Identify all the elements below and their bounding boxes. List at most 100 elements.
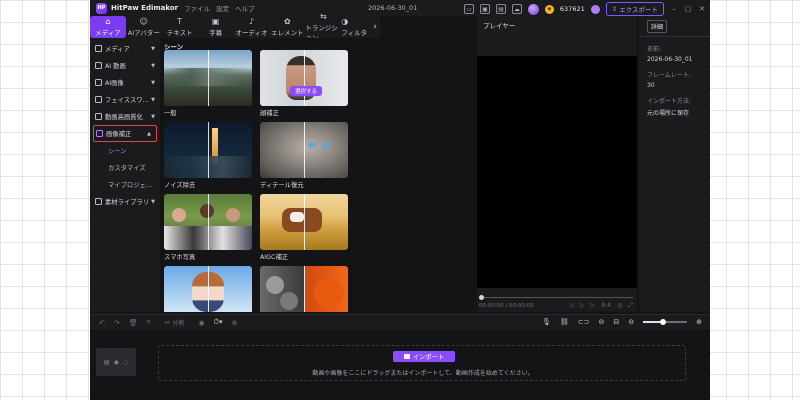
export-button[interactable]: ⇪ エクスポート xyxy=(605,2,664,16)
compare-divider xyxy=(304,50,305,106)
app-window: HP HitPaw Edimakor ファイル 設定 ヘルプ 2026-06-3… xyxy=(90,0,710,400)
tab-element[interactable]: ✿ エレメント xyxy=(269,16,305,38)
card-label: AIGC補正 xyxy=(260,254,289,261)
track-toggle-icon[interactable]: ▤ xyxy=(104,359,110,366)
delete-icon[interactable]: 🗑 xyxy=(129,319,138,327)
timeline-drop-zone[interactable]: インポート 動画や画像をここにドラッグまたはインポートして、動画作成を始めてくだ… xyxy=(158,345,686,381)
image-enhance-icon xyxy=(96,130,103,137)
sidebar-item-image-enhance[interactable]: 画像補正 ▲ xyxy=(93,125,157,142)
speed-icon[interactable]: ⏱▾ xyxy=(214,318,223,327)
tab-filter-label: フィルタ xyxy=(341,28,368,37)
player-panel: プレイヤー 00:00:00 / 00:00:00 ◁ ▷ ▷ 9:4 ◎ ⤢ xyxy=(477,16,637,312)
avatar[interactable] xyxy=(527,3,539,15)
microphone-icon[interactable]: 🎙 xyxy=(542,318,551,326)
cloud-icon[interactable]: ☁ xyxy=(511,4,522,14)
menu-help[interactable]: ヘルプ xyxy=(235,3,255,13)
lock-icon[interactable]: ◌ xyxy=(123,359,128,366)
marker-icon[interactable]: ◉ xyxy=(198,319,204,327)
scene-card-phone-photo[interactable]: スマホ写真 xyxy=(164,194,252,261)
folder-icon xyxy=(95,45,102,52)
tab-details[interactable]: 詳細 xyxy=(647,20,668,33)
media-icon: ⌂ xyxy=(105,16,111,26)
gift-icon[interactable]: ▣ xyxy=(479,4,490,14)
chevron-down-icon: ▼ xyxy=(151,62,155,69)
zoom-search-icon[interactable]: ⊕ xyxy=(232,319,238,327)
tab-ai-avatar[interactable]: ☺ AIアバター xyxy=(126,16,162,38)
sidebar-subitem-customize[interactable]: カスタマイズ xyxy=(90,159,160,176)
select-button[interactable]: 選択する xyxy=(290,86,323,96)
sidebar-subitem-label: カスタマイズ xyxy=(108,165,146,172)
link-icon[interactable]: ⛓ xyxy=(560,318,569,326)
menu-settings[interactable]: 設定 xyxy=(216,3,229,13)
tab-subtitle[interactable]: ▣ 字幕 xyxy=(198,16,234,38)
sidebar-item-face-swap[interactable]: フェイススワ… ▼ xyxy=(90,91,160,108)
prev-frame-icon[interactable]: ◁ xyxy=(569,302,574,310)
tab-media[interactable]: ⌂ メディア xyxy=(90,16,126,38)
document-title: 2026-06-30_01 xyxy=(368,4,418,12)
import-label: インポート xyxy=(412,354,445,361)
playhead-handle[interactable] xyxy=(479,295,484,300)
scene-card-denoise[interactable]: ノイズ除去 xyxy=(164,122,252,189)
magnet-icon[interactable]: ⊂⊃ xyxy=(578,318,590,326)
redo-icon[interactable]: ↷ xyxy=(114,319,120,327)
toggle-icon[interactable]: ⊖ xyxy=(599,318,605,326)
message-icon[interactable]: ▤ xyxy=(495,4,506,14)
fullscreen-icon[interactable]: ⤢ xyxy=(628,302,633,310)
sidebar-item-media[interactable]: メディア ▼ xyxy=(90,40,160,57)
text-icon: T xyxy=(177,16,183,26)
card-label: ノイズ除去 xyxy=(164,182,196,189)
filter-icon: ◑ xyxy=(341,16,349,26)
scene-card-anime[interactable] xyxy=(164,266,252,312)
sidebar-item-ai-video[interactable]: AI 動画 ▼ xyxy=(90,57,160,74)
zoom-out-icon[interactable]: ⊖ xyxy=(628,318,634,326)
ai-video-icon xyxy=(95,62,102,69)
tab-text[interactable]: T テキスト xyxy=(162,16,198,38)
sidebar-item-label: フェイススワ… xyxy=(105,97,149,104)
zoom-slider-handle[interactable] xyxy=(659,319,666,325)
thumbnail xyxy=(164,122,252,178)
play-icon[interactable]: ▷ xyxy=(580,302,585,310)
tab-audio[interactable]: ♪ オーディオ xyxy=(234,16,270,38)
playback-track[interactable] xyxy=(481,297,633,298)
card-label: 一般 xyxy=(164,110,177,117)
close-icon[interactable]: ✕ xyxy=(698,5,706,13)
snapshot-icon[interactable]: ◎ xyxy=(617,302,622,310)
pro-icon[interactable] xyxy=(590,4,600,14)
menu-file[interactable]: ファイル xyxy=(184,3,210,13)
sidebar-subitem-my-projects[interactable]: マイプロジェ… xyxy=(90,176,160,193)
chevron-right-icon[interactable]: › xyxy=(370,16,380,38)
maximize-icon[interactable]: ▢ xyxy=(684,5,692,13)
tab-transition[interactable]: ⇆ トランジション xyxy=(305,12,341,42)
next-frame-icon[interactable]: ▷ xyxy=(591,302,596,310)
split-icon[interactable]: ✂ xyxy=(165,319,171,327)
player-icons: ◁ ▷ ▷ 9:4 ◎ ⤢ xyxy=(569,302,633,310)
sidebar-item-video-enhance[interactable]: 動画高画質化 ▼ xyxy=(90,108,160,125)
visibility-icon[interactable]: ◉ xyxy=(114,359,119,366)
scene-card-aigc[interactable]: AIGC補正 xyxy=(260,194,348,261)
compare-divider xyxy=(208,266,209,312)
scene-card-general[interactable]: 一般 xyxy=(164,50,252,117)
coin-icon: ◆ xyxy=(544,4,554,14)
sidebar-item-material-library[interactable]: 素材ライブラリ ▼ xyxy=(90,193,160,210)
chevron-down-icon: ▼ xyxy=(151,45,155,52)
fit-icon[interactable]: ⊟ xyxy=(613,318,619,326)
chevron-up-icon: ▲ xyxy=(147,130,151,137)
scene-card-detail[interactable]: ディテール復元 xyxy=(260,122,348,189)
tab-filter[interactable]: ◑ フィルタ xyxy=(341,16,370,38)
thumbnail xyxy=(164,266,252,312)
import-button[interactable]: インポート xyxy=(393,351,455,362)
minimize-icon[interactable]: – xyxy=(670,5,678,13)
export-label: エクスポート xyxy=(619,6,658,14)
zoom-slider[interactable] xyxy=(643,319,688,325)
sidebar-item-ai-image[interactable]: AI画像 ▼ xyxy=(90,74,160,91)
player-screen xyxy=(477,56,637,288)
aspect-ratio[interactable]: 9:4 xyxy=(601,302,611,310)
screen-icon[interactable]: ▭ xyxy=(463,4,474,14)
tab-text-label: テキスト xyxy=(166,28,193,37)
undo-icon[interactable]: ↶ xyxy=(99,319,105,327)
scene-card-face[interactable]: 選択する 顔補正 xyxy=(260,50,348,117)
zoom-in-icon[interactable]: ⊕ xyxy=(696,318,702,326)
crop-icon[interactable]: ⌗ xyxy=(147,318,151,327)
sidebar-subitem-scene[interactable]: シーン xyxy=(90,142,160,159)
scene-card-colorize[interactable] xyxy=(260,266,348,312)
